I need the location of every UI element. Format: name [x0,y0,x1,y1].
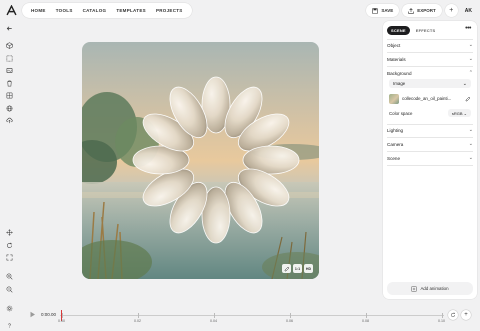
current-time: 0:00.00 [41,312,57,317]
timeline-tick [442,313,443,318]
timeline-tick [138,313,139,318]
rotate-icon[interactable] [5,241,14,250]
back-icon[interactable] [5,24,14,33]
chevron-down-icon: ⌄ [468,141,473,147]
background-type-value: Image [393,81,406,86]
section-materials-label: Materials [387,56,406,62]
add-animation-label: Add animation [420,286,449,291]
tick-label: 0.06 [286,319,293,323]
cube-icon[interactable] [5,41,14,50]
section-lighting[interactable]: Lighting ⌄ [387,127,473,133]
export-icon [408,7,414,14]
timeline-tick [290,313,291,318]
zoom-in-icon[interactable] [5,272,14,281]
loop-button[interactable] [448,310,458,320]
globe-icon[interactable] [5,104,14,113]
main-nav: HOME TOOLS CATALOG TEMPLATES PROJECTS [22,3,192,18]
divider [387,137,473,138]
tab-scene[interactable]: SCENE [387,26,410,35]
save-button[interactable]: SAVE [366,4,400,17]
timeline-tick [62,313,63,318]
properties-panel: SCENE EFFECTS ••• Object ⌄ Materials ⌄ B… [383,21,477,299]
add-animation-button[interactable]: Add animation [387,282,473,295]
chevron-down-icon: ⌄ [468,42,473,48]
animation-icon [411,285,418,292]
upload-icon[interactable] [5,116,14,125]
divider [387,151,473,152]
select-icon[interactable] [5,54,14,63]
export-label: EXPORT [417,8,436,13]
export-button[interactable]: EXPORT [402,4,442,17]
background-type-select[interactable]: Image ⌄ [389,79,471,88]
aspect-ratio-button[interactable]: 1:1 [293,264,302,273]
section-background[interactable]: Background ⌃ [387,70,473,76]
panel-tabs: SCENE EFFECTS [387,26,439,35]
section-object-label: Object [387,42,401,48]
divider [387,39,473,40]
section-camera[interactable]: Camera ⌄ [387,141,473,147]
save-icon [372,7,379,14]
more-options-icon[interactable]: ••• [465,25,471,32]
chevron-down-icon: ⌄ [468,56,473,62]
nav-templates[interactable]: TEMPLATES [111,8,151,13]
section-scene-label: Scene [387,155,401,161]
scale-icon[interactable] [5,253,14,262]
left-toolbar-upper [4,24,15,129]
divider [387,66,473,67]
tick-label: 0.00 [58,319,65,323]
background-image-name: collecode_an_oil_painti... [402,96,452,101]
chevron-down-icon: ⌄ [462,80,467,87]
loop-icon [450,312,456,318]
divider [387,165,473,166]
timeline-tick [214,313,215,318]
zoom-out-icon[interactable] [5,285,14,294]
tick-label: 0.02 [134,319,141,323]
trash-icon[interactable] [5,79,14,88]
color-space-value: sRGB [451,110,463,116]
add-keyframe-button[interactable]: + [461,310,471,320]
move-icon[interactable] [5,228,14,237]
frame-icon[interactable] [5,66,14,75]
background-thumbnail [389,93,399,104]
color-space-select[interactable]: sRGB ⌄ [447,109,471,117]
resolution-button[interactable]: HD [304,264,313,273]
section-scene[interactable]: Scene ⌄ [387,155,473,161]
section-materials[interactable]: Materials ⌄ [387,56,473,62]
tick-label: 0.08 [362,319,369,323]
app-logo-icon[interactable] [6,5,17,16]
background-image-row[interactable]: collecode_an_oil_painti... [389,93,471,104]
divider [387,52,473,53]
scene-canvas[interactable]: 1:1 HD [82,42,319,279]
section-camera-label: Camera [387,141,404,147]
scene-render [82,42,319,279]
chevron-up-icon: ⌃ [468,70,473,76]
nav-catalog[interactable]: CATALOG [78,8,112,13]
nav-projects[interactable]: PROJECTS [151,8,188,13]
layers-icon[interactable] [5,91,14,100]
save-label: SAVE [381,8,394,13]
tick-label: 0.04 [210,319,217,323]
section-object[interactable]: Object ⌄ [387,42,473,48]
tick-label: 0.10 [438,319,445,323]
color-space-row: Color space sRGB ⌄ [389,109,471,117]
divider [387,124,473,125]
avatar[interactable]: AK [461,8,476,14]
color-space-label: Color space [389,110,413,116]
nav-tools[interactable]: TOOLS [51,8,78,13]
timeline-tick [366,313,367,318]
play-icon[interactable] [29,311,36,318]
canvas-controls: 1:1 HD [282,264,313,273]
edit-icon[interactable] [465,96,471,102]
section-background-label: Background [387,70,412,76]
add-button[interactable]: + [444,4,458,17]
chevron-down-icon: ⌄ [468,127,473,133]
timeline-track[interactable] [60,315,444,316]
section-lighting-label: Lighting [387,127,404,133]
edit-icon[interactable] [282,264,291,273]
top-toolbar: SAVE EXPORT + AK [366,4,476,17]
timeline: 0:00.00 0.00 0.02 0.04 0.06 0.08 0.10 + [0,305,480,331]
nav-home[interactable]: HOME [26,8,51,13]
chevron-down-icon: ⌄ [468,155,473,161]
tab-effects[interactable]: EFFECTS [412,26,440,35]
